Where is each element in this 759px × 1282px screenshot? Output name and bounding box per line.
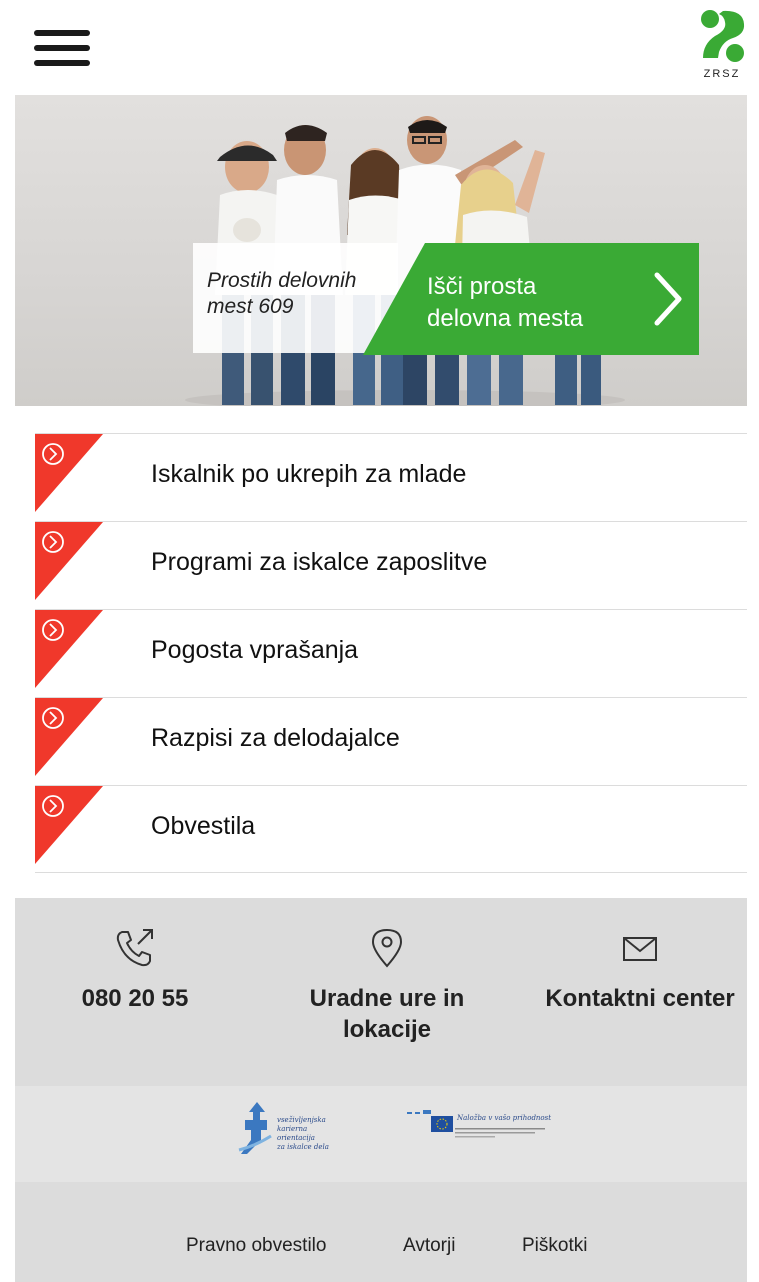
logo-text: ZRSZ [703, 68, 741, 80]
circle-chevron-right-icon [35, 698, 103, 776]
office-hours-contact[interactable]: Uradne ure in lokacije [287, 926, 487, 1045]
hamburger-menu-icon[interactable] [34, 30, 90, 66]
menu-item-job-seeker-programs[interactable]: Programi za iskalce zaposlitve [35, 521, 747, 609]
career-orientation-logo-text: vseživljenjska karierna orientacija za i… [277, 1116, 347, 1152]
office-hours-line1: Uradne ure in [309, 985, 465, 1012]
location-pin-icon [371, 928, 403, 968]
partner-logos: vseživljenjska karierna orientacija za i… [15, 1086, 747, 1182]
chevron-right-icon [654, 272, 682, 326]
legal-notice-link[interactable]: Pravno obvestilo [186, 1235, 326, 1257]
contact-center-label: Kontaktni center [545, 985, 735, 1012]
phone-contact[interactable]: 080 20 55 [55, 926, 215, 1014]
office-hours-line2: lokacije [342, 1016, 432, 1043]
menu-item-youth-measures[interactable]: Iskalnik po ukrepih za mlade [35, 433, 747, 521]
career-orientation-line2: karierna orientacija [277, 1125, 315, 1142]
phone-number: 080 20 55 [81, 985, 189, 1012]
search-jobs-label-line1: Išči prosta [427, 273, 537, 300]
search-jobs-label-line2: delovna mesta [427, 305, 584, 332]
menu-item-label: Programi za iskalce zaposlitve [151, 548, 488, 576]
menu-item-faq[interactable]: Pogosta vprašanja [35, 609, 747, 697]
phone-outgoing-icon [116, 929, 153, 967]
footer: Pravno obvestilo Avtorji Piškotki [15, 1182, 747, 1282]
career-orientation-line3: za iskalce dela [277, 1143, 329, 1151]
circle-chevron-right-icon [35, 434, 103, 512]
hero-banner: Prostih delovnih mest 609 Išči prosta de… [15, 95, 747, 406]
circle-chevron-right-icon [35, 786, 103, 864]
search-jobs-label: Išči prosta delovna mesta [427, 271, 637, 335]
menu-item-notices[interactable]: Obvestila [35, 785, 747, 873]
circle-chevron-right-icon [35, 522, 103, 600]
menu-item-label: Pogosta vprašanja [151, 636, 359, 664]
job-count-panel: Prostih delovnih mest 609 [193, 243, 398, 353]
cookies-link[interactable]: Piškotki [522, 1235, 587, 1257]
contact-band: 080 20 55 Uradne ure in lokacije Kontakt… [15, 898, 747, 1086]
job-count-line2: mest 609 [207, 295, 294, 318]
quick-links-menu: Iskalnik po ukrepih za mlade Programi za… [35, 433, 747, 873]
eu-investment-text: Naložba v vašo prihodnost [457, 1114, 552, 1122]
office-hours-label: Uradne ure in lokacije [287, 983, 487, 1045]
career-orientation-logo[interactable]: vseživljenjska karierna orientacija za i… [237, 1100, 347, 1156]
menu-item-label: Iskalnik po ukrepih za mlade [151, 460, 467, 488]
zrsz-logo-mark [701, 10, 745, 62]
header: ZRSZ [0, 0, 759, 95]
menu-item-label: Razpisi za delodajalce [151, 724, 400, 752]
job-count-line1: Prostih delovnih [207, 269, 357, 292]
eu-investment-logo[interactable]: Naložba v vašo prihodnost [407, 1108, 557, 1148]
envelope-icon [623, 937, 657, 961]
contact-center-contact[interactable]: Kontaktni center [525, 926, 755, 1014]
menu-item-employer-tenders[interactable]: Razpisi za delodajalce [35, 697, 747, 785]
menu-item-label: Obvestila [151, 812, 256, 840]
authors-link[interactable]: Avtorji [403, 1235, 455, 1257]
career-orientation-line1: vseživljenjska [277, 1116, 326, 1124]
zrsz-logo[interactable]: ZRSZ [692, 8, 752, 92]
circle-chevron-right-icon [35, 610, 103, 688]
career-orientation-logo-mark [238, 1102, 272, 1154]
